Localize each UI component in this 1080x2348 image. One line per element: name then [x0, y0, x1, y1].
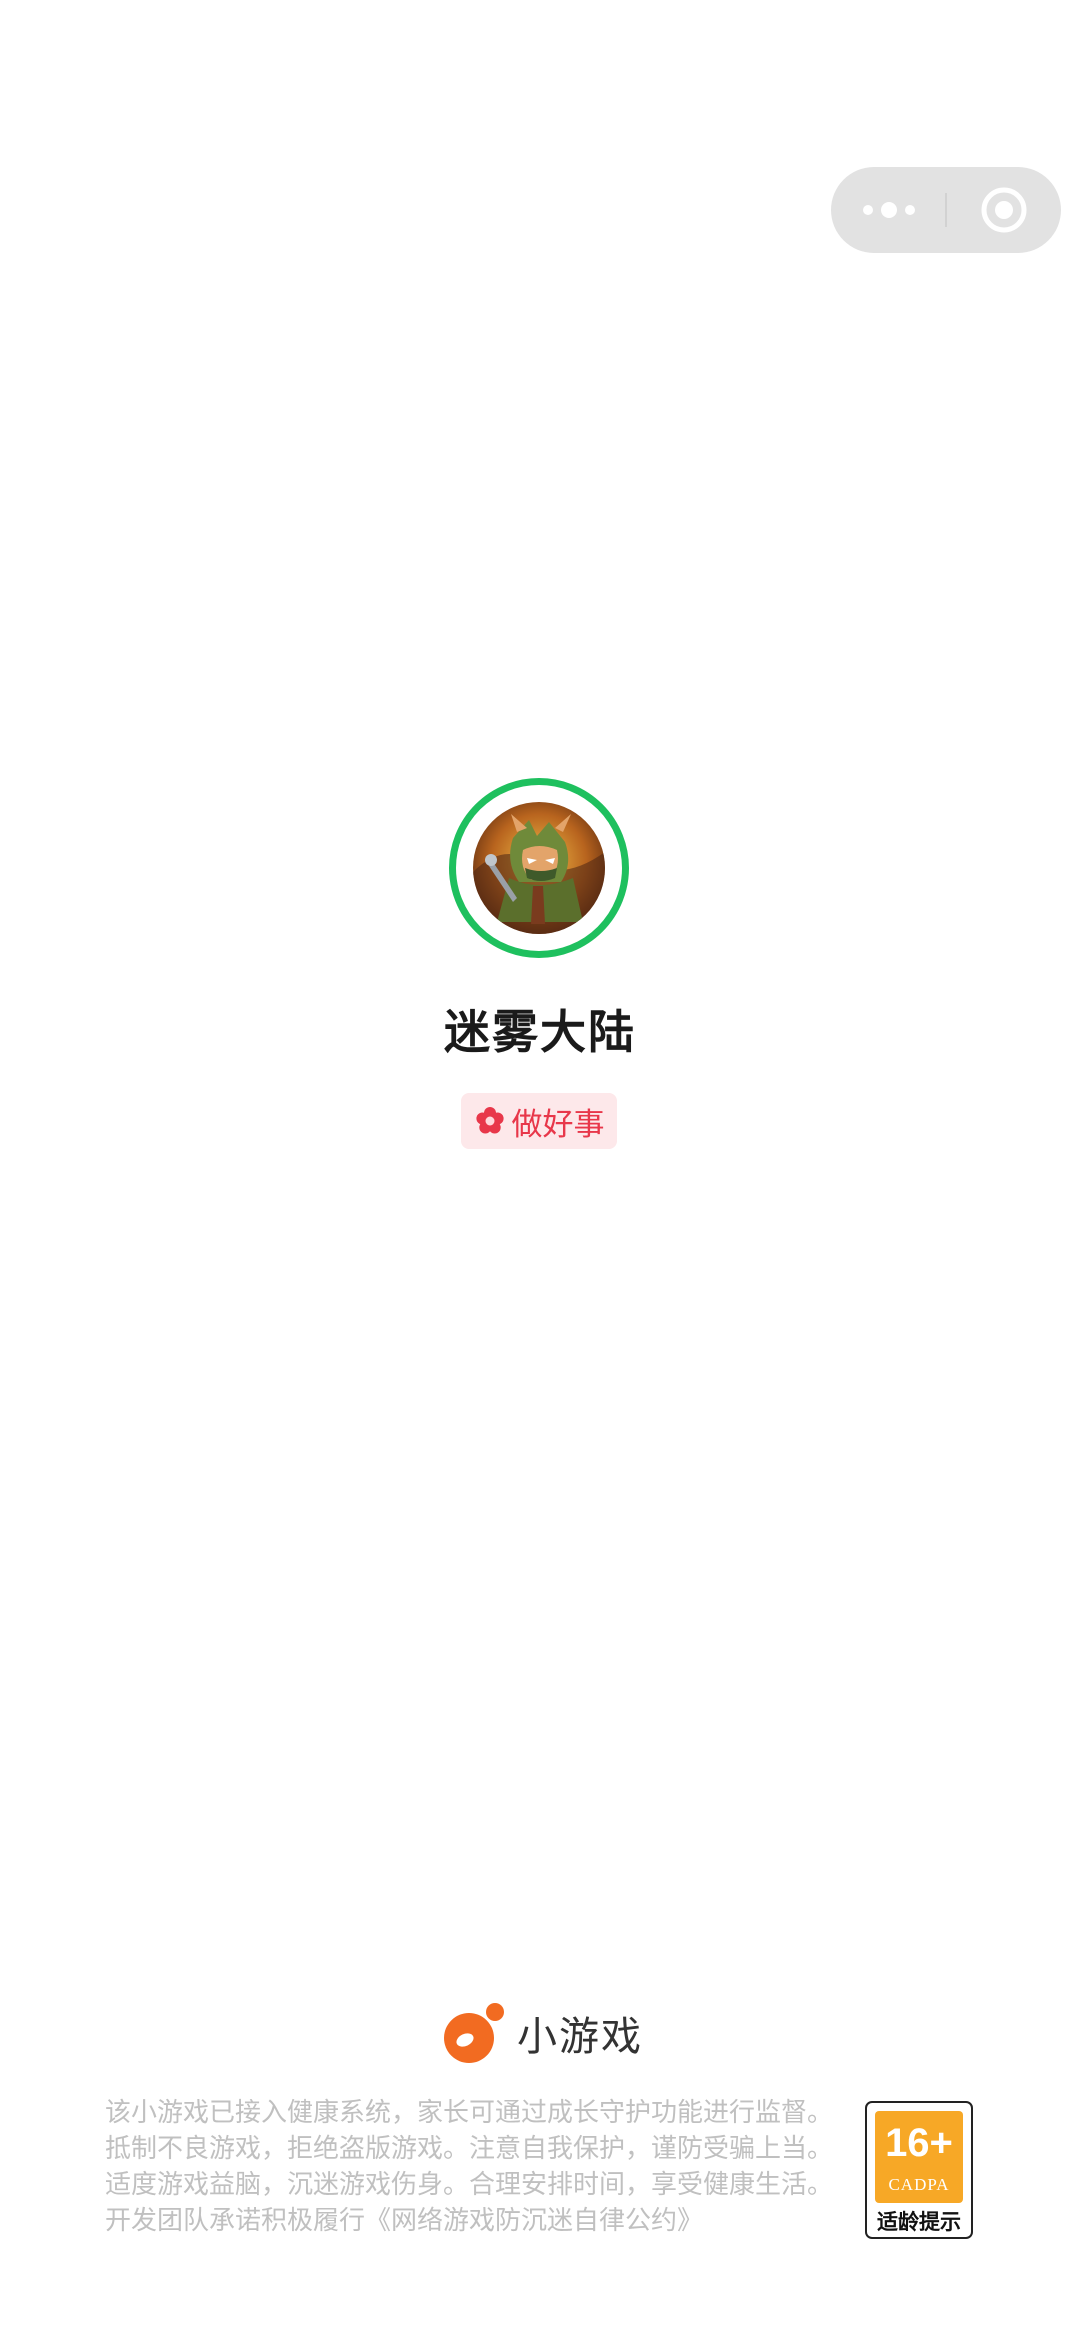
- notice-line: 该小游戏已接入健康系统，家长可通过成长守护功能进行监督。: [105, 2098, 834, 2128]
- age-rating-badge[interactable]: 16+ CADPA 适龄提示: [865, 2101, 973, 2239]
- age-rating-value: 16+: [885, 2121, 953, 2165]
- capsule-divider: [945, 193, 947, 227]
- age-rating-hint: 适龄提示: [877, 2210, 961, 2234]
- capsule-menu: [831, 167, 1061, 253]
- game-logo: [449, 778, 629, 958]
- game-title: 迷雾大陆: [444, 1005, 636, 1059]
- exit-button[interactable]: [946, 167, 1061, 253]
- notice-line: 适度游戏益脑，沉迷游戏伤身。合理安排时间，享受健康生活。: [105, 2170, 834, 2200]
- red-flower-icon: [475, 1107, 504, 1134]
- mini-game-brand: 小游戏: [441, 1998, 643, 2068]
- exit-circle-icon: [981, 187, 1026, 233]
- good-deed-badge[interactable]: 做好事: [461, 1093, 617, 1149]
- mini-game-label: 小游戏: [517, 2014, 643, 2060]
- game-character-logo: [473, 802, 605, 934]
- more-button[interactable]: [831, 167, 946, 253]
- more-dots-icon: [862, 202, 915, 218]
- notice-line: 抵制不良游戏，拒绝盗版游戏。注意自我保护，谨防受骗上当。: [105, 2134, 834, 2164]
- mini-game-logo-icon: [444, 2003, 504, 2063]
- notice-line: 开发团队承诺积极履行《网络游戏防沉迷自律公约》: [105, 2206, 704, 2236]
- good-deed-label: 做好事: [511, 1106, 605, 1143]
- age-rating-panel: 16+ CADPA: [875, 2111, 963, 2203]
- age-rating-org: CADPA: [888, 2175, 950, 2194]
- health-notice: 该小游戏已接入健康系统，家长可通过成长守护功能进行监督。 抵制不良游戏，拒绝盗版…: [105, 2095, 850, 2239]
